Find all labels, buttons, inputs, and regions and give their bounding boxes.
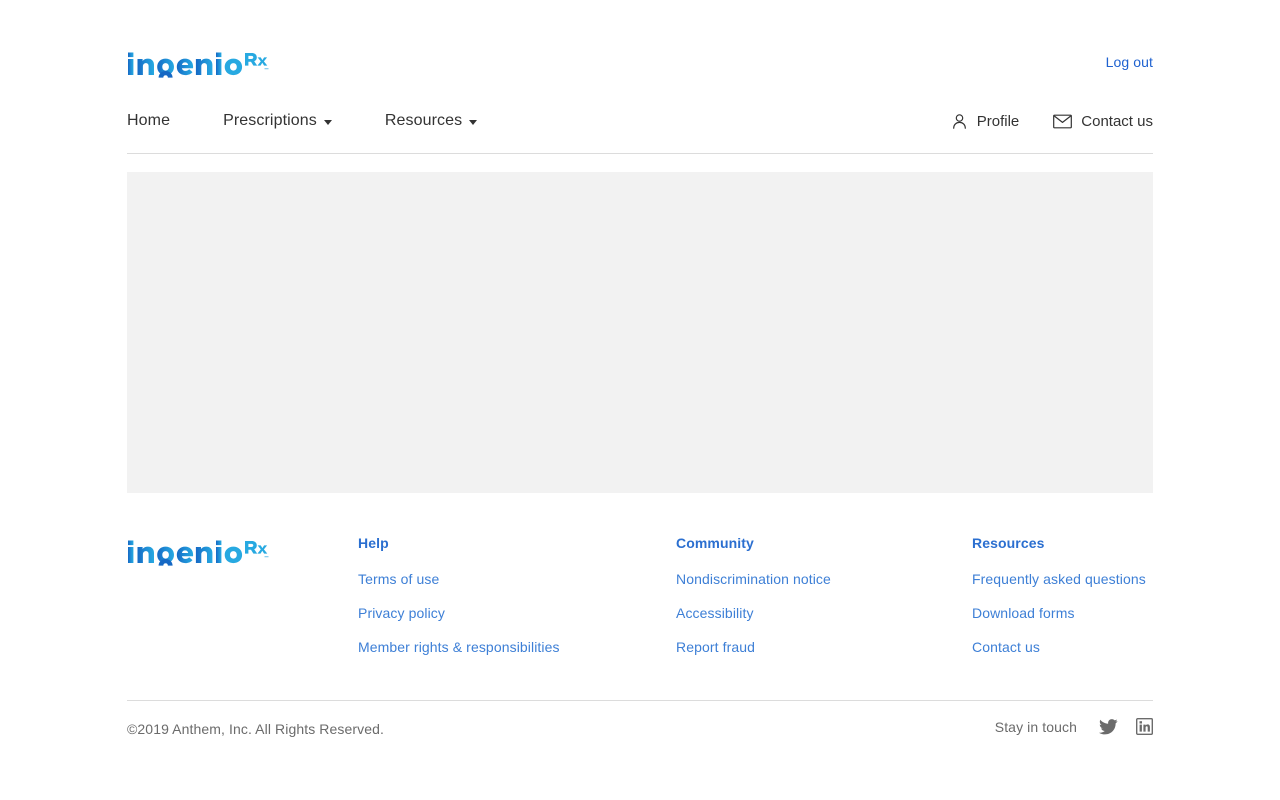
linkedin-link[interactable] [1135,717,1154,736]
stay-in-touch-label: Stay in touch [994,718,1077,735]
logout-link[interactable]: Log out [1106,54,1153,70]
footer-column-community: Community Nondiscrimination notice Acces… [676,535,831,673]
site-footer: Help Terms of use Privacy policy Member … [127,535,1153,700]
footer-link-member-rights[interactable]: Member rights & responsibilities [358,639,560,655]
ingeniorx-logo [128,540,269,566]
footer-link-faq[interactable]: Frequently asked questions [972,571,1146,587]
nav-item-resources[interactable]: Resources [384,112,478,130]
envelope-icon [1053,114,1073,128]
footer-logo-column [127,540,271,574]
nav-contact-label: Contact us [1081,112,1153,130]
chevron-down-icon [323,120,332,125]
nav-item-prescriptions[interactable]: Prescriptions [223,112,332,130]
twitter-link[interactable] [1099,718,1118,735]
utility-bar: Log out [127,52,1153,92]
twitter-icon [1099,718,1118,734]
nav-profile-link[interactable]: Profile [951,112,1020,130]
footer-heading-community: Community [676,535,754,551]
main-navigation: Home Prescriptions Resources Profile Con… [127,104,1153,154]
nav-primary-links: Home Prescriptions Resources [127,104,478,138]
footer-link-download-forms[interactable]: Download forms [972,605,1146,621]
footer-logo-link[interactable] [127,540,271,574]
nav-item-prescriptions-label: Prescriptions [223,112,317,129]
footer-link-accessibility[interactable]: Accessibility [676,605,831,621]
footer-columns: Help Terms of use Privacy policy Member … [127,535,1153,700]
person-icon [952,113,966,129]
social-links: Stay in touch [994,717,1154,736]
linkedin-icon [1135,717,1154,736]
copyright-text: ©2019 Anthem, Inc. All Rights Reserved. [127,721,385,737]
nav-contact-link[interactable]: Contact us [1053,113,1153,130]
nav-utility-links: Profile Contact us [951,104,1153,138]
nav-item-home-label: Home [127,112,171,129]
footer-column-help: Help Terms of use Privacy policy Member … [358,535,560,673]
footer-heading-resources: Resources [972,535,1045,551]
footer-link-privacy-policy[interactable]: Privacy policy [358,605,560,621]
footer-divider [127,700,1153,701]
header-logo-link[interactable] [127,52,271,86]
ingeniorx-logo [128,52,269,78]
nav-profile-label: Profile [976,112,1020,130]
footer-column-resources: Resources Frequently asked questions Dow… [972,535,1146,673]
footer-link-nondiscrimination-notice[interactable]: Nondiscrimination notice [676,571,831,587]
footer-link-contact-us[interactable]: Contact us [972,639,1146,655]
footer-link-report-fraud[interactable]: Report fraud [676,639,831,655]
footer-heading-help: Help [358,535,389,551]
chevron-down-icon [469,120,478,125]
nav-item-home[interactable]: Home [127,112,170,130]
page-root: Log out Home Prescriptions Resources Pro… [0,0,1280,800]
nav-item-resources-label: Resources [384,112,463,129]
footer-link-terms-of-use[interactable]: Terms of use [358,571,560,587]
footer-bottom-bar: ©2019 Anthem, Inc. All Rights Reserved. … [127,717,1154,752]
main-content-placeholder [127,172,1153,493]
